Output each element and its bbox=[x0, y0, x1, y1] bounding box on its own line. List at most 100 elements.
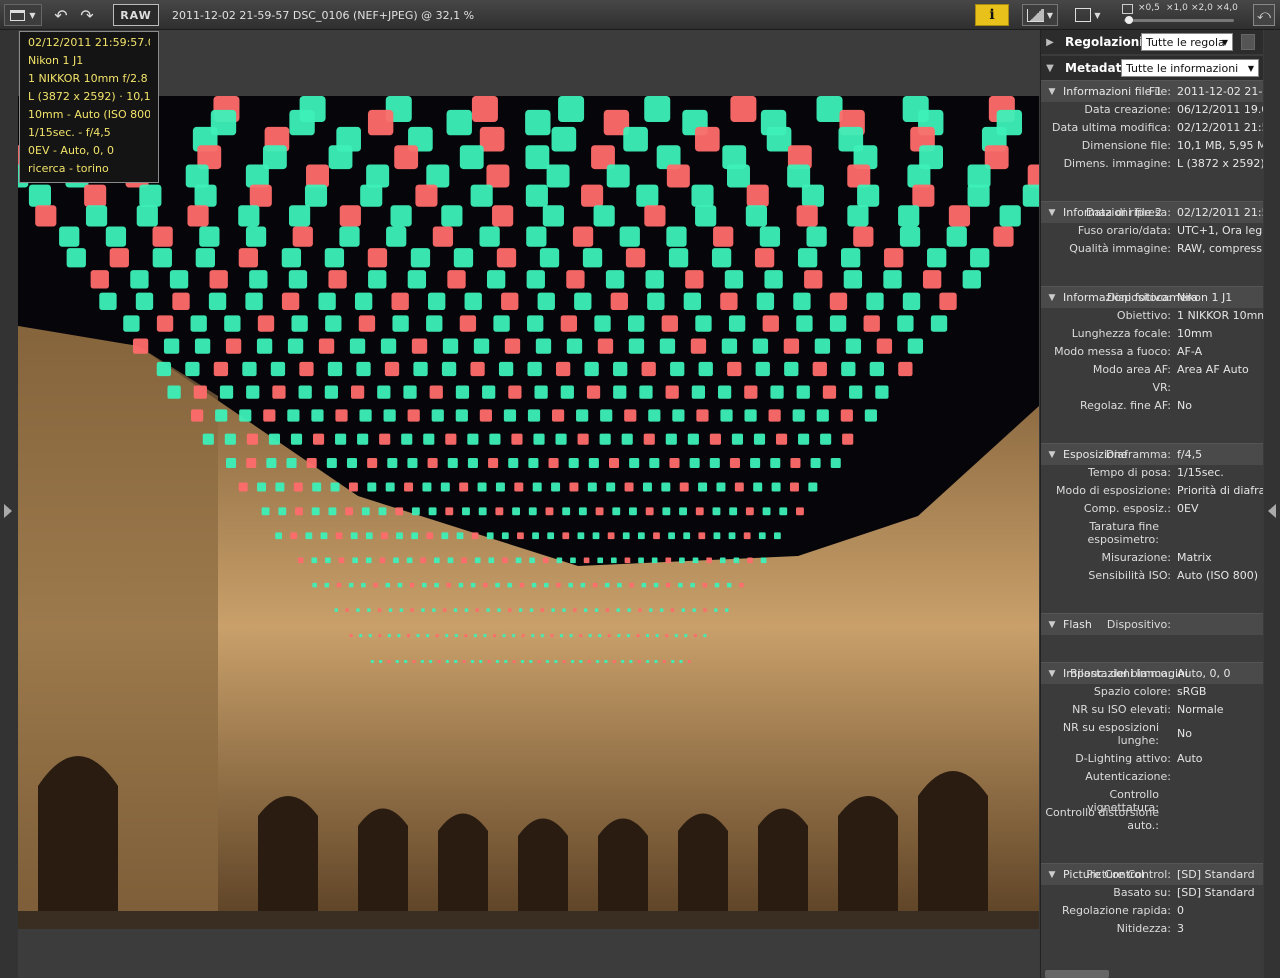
light-cube bbox=[191, 409, 204, 422]
light-cube bbox=[488, 557, 495, 564]
light-cube bbox=[638, 608, 642, 612]
light-cube bbox=[610, 292, 628, 310]
light-cube bbox=[661, 315, 678, 332]
light-cube bbox=[771, 482, 781, 492]
zoom-level-0[interactable]: ×0,5 bbox=[1138, 3, 1160, 13]
expanded-arrow-icon: ▼ bbox=[1046, 62, 1054, 74]
regolazioni-header[interactable]: ▶ Regolazioni Tutte le regola ▼ bbox=[1041, 30, 1263, 54]
light-cube bbox=[665, 433, 677, 445]
light-cube bbox=[641, 361, 656, 377]
rotate-right-button[interactable]: ↷ bbox=[76, 4, 98, 26]
light-cube bbox=[434, 582, 439, 588]
histogram-button[interactable]: ▼ bbox=[1022, 4, 1058, 26]
light-cube bbox=[687, 659, 691, 663]
zoom-slider[interactable]: ×0,5 ×1,0 ×2,0 ×4,0 bbox=[1120, 3, 1238, 27]
light-cube bbox=[645, 507, 654, 516]
light-cube bbox=[387, 457, 398, 468]
light-cube bbox=[547, 532, 555, 540]
raw-label: RAW bbox=[120, 8, 152, 22]
light-cube bbox=[517, 532, 524, 540]
light-cube bbox=[587, 659, 591, 663]
view-mode-dropdown[interactable]: ▼ bbox=[4, 4, 42, 26]
light-cube bbox=[512, 634, 516, 638]
rotate-left-button[interactable]: ↶ bbox=[50, 4, 72, 26]
light-cube bbox=[383, 409, 396, 422]
light-cube bbox=[381, 532, 388, 540]
light-cube bbox=[467, 433, 479, 445]
light-cube bbox=[569, 482, 579, 492]
overlay-line: 1 NIKKOR 10mm f/2.8 bbox=[28, 72, 148, 85]
regolazioni-select[interactable]: Tutte le regola ▼ bbox=[1141, 33, 1233, 51]
light-cube bbox=[275, 482, 285, 492]
light-cube bbox=[793, 292, 811, 310]
light-cube bbox=[562, 507, 571, 516]
light-cube bbox=[326, 457, 337, 468]
metadati-header[interactable]: ▼ Metadati Tutte le informazioni ▼ bbox=[1041, 56, 1263, 80]
light-cube bbox=[610, 557, 617, 564]
light-cube bbox=[566, 270, 585, 289]
zoom-level-1[interactable]: ×1,0 bbox=[1166, 3, 1188, 13]
light-cube bbox=[349, 634, 353, 638]
light-cube bbox=[542, 557, 549, 564]
info-button[interactable]: i bbox=[975, 4, 1009, 26]
light-cube bbox=[525, 184, 548, 207]
light-cube bbox=[661, 482, 671, 492]
light-cube bbox=[185, 164, 209, 188]
zoom-level-2[interactable]: ×2,0 bbox=[1191, 3, 1213, 13]
light-cube bbox=[812, 361, 827, 377]
light-cube bbox=[724, 270, 744, 289]
light-cube bbox=[593, 205, 615, 227]
light-cube bbox=[605, 608, 610, 612]
light-cube bbox=[596, 659, 600, 663]
collapse-right-icon[interactable] bbox=[1268, 504, 1276, 518]
metadati-select[interactable]: Tutte le informazioni ▼ bbox=[1121, 59, 1259, 77]
light-cube bbox=[863, 315, 880, 332]
light-cube bbox=[695, 507, 704, 516]
zoom-thumb[interactable] bbox=[1125, 16, 1133, 24]
light-cube bbox=[514, 482, 524, 492]
light-cube bbox=[352, 557, 358, 564]
light-cube bbox=[525, 145, 550, 170]
light-cube bbox=[368, 270, 387, 289]
light-cube bbox=[907, 338, 924, 354]
raw-toggle-button[interactable]: RAW bbox=[113, 4, 159, 26]
light-cube bbox=[698, 482, 708, 492]
zoom-level-3[interactable]: ×4,0 bbox=[1216, 3, 1238, 13]
light-cube bbox=[311, 557, 318, 564]
metadata-key: Modo messa a fuoco: bbox=[1054, 345, 1171, 358]
metadata-key: Dispositivo: bbox=[1106, 291, 1171, 304]
light-cube bbox=[335, 409, 348, 422]
light-cube bbox=[551, 482, 561, 492]
light-cube bbox=[385, 582, 391, 588]
panel-scrollbar[interactable] bbox=[1045, 970, 1109, 978]
rotate-back-button[interactable]: ⤺ bbox=[1253, 4, 1275, 26]
light-cube bbox=[503, 409, 517, 422]
light-cube bbox=[594, 315, 611, 332]
light-cube bbox=[528, 457, 539, 468]
light-cube bbox=[515, 557, 522, 564]
light-cube bbox=[570, 557, 576, 564]
metadata-value: Normale bbox=[1177, 703, 1224, 716]
light-cube bbox=[529, 608, 534, 612]
light-cube bbox=[623, 126, 648, 152]
light-cube bbox=[770, 457, 781, 468]
light-cube bbox=[912, 184, 935, 207]
light-cube bbox=[245, 164, 269, 188]
light-cube bbox=[493, 634, 497, 638]
expand-left-icon[interactable] bbox=[4, 504, 12, 518]
light-cube bbox=[470, 659, 474, 663]
light-cube bbox=[334, 608, 338, 612]
metadata-key: Modo area AF: bbox=[1092, 363, 1171, 376]
light-cube bbox=[407, 409, 420, 422]
light-cube bbox=[348, 482, 358, 492]
fit-screen-button[interactable]: ▼ bbox=[1070, 4, 1106, 26]
light-cube bbox=[555, 361, 571, 377]
copy-icon[interactable] bbox=[1241, 34, 1255, 50]
light-cube bbox=[213, 361, 229, 377]
light-cube bbox=[560, 315, 578, 332]
light-cube bbox=[562, 608, 566, 612]
light-cube bbox=[698, 532, 706, 540]
light-cube bbox=[299, 361, 314, 377]
light-cube bbox=[512, 659, 516, 663]
light-cube bbox=[624, 482, 634, 492]
